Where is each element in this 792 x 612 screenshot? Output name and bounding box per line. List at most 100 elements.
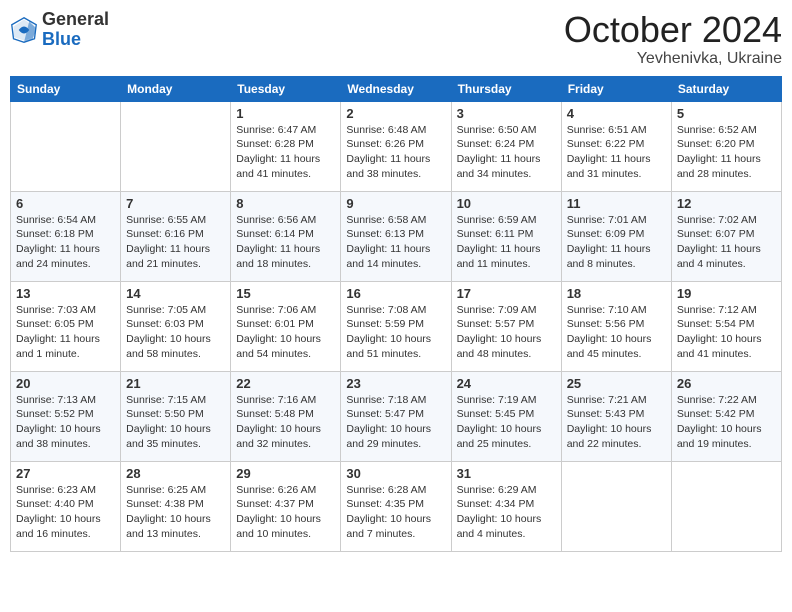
calendar-cell: 9Sunrise: 6:58 AM Sunset: 6:13 PM Daylig…	[341, 191, 451, 281]
day-number: 25	[567, 376, 666, 391]
day-number: 9	[346, 196, 445, 211]
day-info: Sunrise: 6:55 AM Sunset: 6:16 PM Dayligh…	[126, 213, 225, 272]
day-info: Sunrise: 7:08 AM Sunset: 5:59 PM Dayligh…	[346, 303, 445, 362]
calendar-cell: 17Sunrise: 7:09 AM Sunset: 5:57 PM Dayli…	[451, 281, 561, 371]
day-info: Sunrise: 6:51 AM Sunset: 6:22 PM Dayligh…	[567, 123, 666, 182]
day-info: Sunrise: 6:52 AM Sunset: 6:20 PM Dayligh…	[677, 123, 776, 182]
day-info: Sunrise: 7:12 AM Sunset: 5:54 PM Dayligh…	[677, 303, 776, 362]
calendar-cell: 3Sunrise: 6:50 AM Sunset: 6:24 PM Daylig…	[451, 101, 561, 191]
calendar-cell: 24Sunrise: 7:19 AM Sunset: 5:45 PM Dayli…	[451, 371, 561, 461]
day-number: 12	[677, 196, 776, 211]
calendar-cell	[671, 461, 781, 551]
calendar-cell	[121, 101, 231, 191]
calendar-cell: 13Sunrise: 7:03 AM Sunset: 6:05 PM Dayli…	[11, 281, 121, 371]
day-info: Sunrise: 7:01 AM Sunset: 6:09 PM Dayligh…	[567, 213, 666, 272]
weekday-header-friday: Friday	[561, 76, 671, 101]
location-title: Yevhenivka, Ukraine	[564, 50, 782, 68]
weekday-header-tuesday: Tuesday	[231, 76, 341, 101]
logo-blue-text: Blue	[42, 29, 81, 49]
day-info: Sunrise: 7:22 AM Sunset: 5:42 PM Dayligh…	[677, 393, 776, 452]
day-number: 13	[16, 286, 115, 301]
calendar-cell: 29 Sunrise: 6:26 AM Sunset: 4:37 PM Dayli…	[231, 461, 341, 551]
day-info: Sunrise: 6:28 AM Sunset: 4:35 PM Dayligh…	[346, 483, 445, 542]
calendar-cell: 28Sunrise: 6:25 AM Sunset: 4:38 PM Dayli…	[121, 461, 231, 551]
day-number: 8	[236, 196, 335, 211]
day-number: 19	[677, 286, 776, 301]
calendar-cell: 12 Sunrise: 7:02 AM Sunset: 6:07 PM Dayli…	[671, 191, 781, 281]
calendar-cell: 2Sunrise: 6:48 AM Sunset: 6:26 PM Daylig…	[341, 101, 451, 191]
day-number: 17	[457, 286, 556, 301]
logo-icon	[10, 16, 38, 44]
calendar-cell	[561, 461, 671, 551]
calendar-cell: 16 Sunrise: 7:08 AM Sunset: 5:59 PM Dayli…	[341, 281, 451, 371]
calendar-cell: 20 Sunrise: 7:13 AM Sunset: 5:52 PM Dayli…	[11, 371, 121, 461]
day-number: 4	[567, 106, 666, 121]
day-info: Sunrise: 6:59 AM Sunset: 6:11 PM Dayligh…	[457, 213, 556, 272]
page-header: General Blue October 2024 Yevhenivka, Uk…	[10, 10, 782, 68]
calendar-week-3: 13Sunrise: 7:03 AM Sunset: 6:05 PM Dayli…	[11, 281, 782, 371]
calendar-table: SundayMondayTuesdayWednesdayThursdayFrid…	[10, 76, 782, 552]
day-number: 15	[236, 286, 335, 301]
day-number: 22	[236, 376, 335, 391]
day-number: 20	[16, 376, 115, 391]
day-number: 26	[677, 376, 776, 391]
weekday-header-wednesday: Wednesday	[341, 76, 451, 101]
weekday-header-monday: Monday	[121, 76, 231, 101]
day-info: Sunrise: 6:54 AM Sunset: 6:18 PM Dayligh…	[16, 213, 115, 272]
weekday-header-row: SundayMondayTuesdayWednesdayThursdayFrid…	[11, 76, 782, 101]
calendar-cell: 31 Sunrise: 6:29 AM Sunset: 4:34 PM Dayli…	[451, 461, 561, 551]
weekday-header-saturday: Saturday	[671, 76, 781, 101]
month-title: October 2024	[564, 10, 782, 50]
calendar-cell: 25 Sunrise: 7:21 AM Sunset: 5:43 PM Dayli…	[561, 371, 671, 461]
calendar-week-5: 27 Sunrise: 6:23 AM Sunset: 4:40 PM Dayli…	[11, 461, 782, 551]
day-info: Sunrise: 6:26 AM Sunset: 4:37 PM Dayligh…	[236, 483, 335, 542]
day-number: 18	[567, 286, 666, 301]
day-number: 30	[346, 466, 445, 481]
calendar-cell: 7Sunrise: 6:55 AM Sunset: 6:16 PM Daylig…	[121, 191, 231, 281]
calendar-cell: 1Sunrise: 6:47 AM Sunset: 6:28 PM Daylig…	[231, 101, 341, 191]
calendar-cell: 30 Sunrise: 6:28 AM Sunset: 4:35 PM Dayli…	[341, 461, 451, 551]
calendar-week-2: 6Sunrise: 6:54 AM Sunset: 6:18 PM Daylig…	[11, 191, 782, 281]
day-number: 5	[677, 106, 776, 121]
calendar-cell: 19 Sunrise: 7:12 AM Sunset: 5:54 PM Dayli…	[671, 281, 781, 371]
day-info: Sunrise: 7:18 AM Sunset: 5:47 PM Dayligh…	[346, 393, 445, 452]
day-info: Sunrise: 6:56 AM Sunset: 6:14 PM Dayligh…	[236, 213, 335, 272]
calendar-cell	[11, 101, 121, 191]
calendar-cell: 15 Sunrise: 7:06 AM Sunset: 6:01 PM Dayli…	[231, 281, 341, 371]
day-number: 28	[126, 466, 225, 481]
day-info: Sunrise: 7:10 AM Sunset: 5:56 PM Dayligh…	[567, 303, 666, 362]
day-number: 10	[457, 196, 556, 211]
day-number: 2	[346, 106, 445, 121]
day-number: 27	[16, 466, 115, 481]
day-number: 14	[126, 286, 225, 301]
calendar-cell: 14 Sunrise: 7:05 AM Sunset: 6:03 PM Dayli…	[121, 281, 231, 371]
calendar-cell: 23 Sunrise: 7:18 AM Sunset: 5:47 PM Dayli…	[341, 371, 451, 461]
day-info: Sunrise: 7:02 AM Sunset: 6:07 PM Dayligh…	[677, 213, 776, 272]
calendar-week-1: 1Sunrise: 6:47 AM Sunset: 6:28 PM Daylig…	[11, 101, 782, 191]
day-info: Sunrise: 7:06 AM Sunset: 6:01 PM Dayligh…	[236, 303, 335, 362]
calendar-cell: 4 Sunrise: 6:51 AM Sunset: 6:22 PM Daylig…	[561, 101, 671, 191]
day-number: 23	[346, 376, 445, 391]
calendar-cell: 10 Sunrise: 6:59 AM Sunset: 6:11 PM Dayli…	[451, 191, 561, 281]
calendar-cell: 5 Sunrise: 6:52 AM Sunset: 6:20 PM Daylig…	[671, 101, 781, 191]
calendar-cell: 6Sunrise: 6:54 AM Sunset: 6:18 PM Daylig…	[11, 191, 121, 281]
calendar-cell: 21 Sunrise: 7:15 AM Sunset: 5:50 PM Dayli…	[121, 371, 231, 461]
day-info: Sunrise: 6:23 AM Sunset: 4:40 PM Dayligh…	[16, 483, 115, 542]
day-number: 29	[236, 466, 335, 481]
day-number: 16	[346, 286, 445, 301]
title-block: October 2024 Yevhenivka, Ukraine	[564, 10, 782, 68]
calendar-cell: 18 Sunrise: 7:10 AM Sunset: 5:56 PM Dayli…	[561, 281, 671, 371]
weekday-header-thursday: Thursday	[451, 76, 561, 101]
day-info: Sunrise: 6:29 AM Sunset: 4:34 PM Dayligh…	[457, 483, 556, 542]
calendar-cell: 8 Sunrise: 6:56 AM Sunset: 6:14 PM Daylig…	[231, 191, 341, 281]
calendar-cell: 11 Sunrise: 7:01 AM Sunset: 6:09 PM Dayli…	[561, 191, 671, 281]
day-info: Sunrise: 7:13 AM Sunset: 5:52 PM Dayligh…	[16, 393, 115, 452]
day-number: 21	[126, 376, 225, 391]
day-info: Sunrise: 7:05 AM Sunset: 6:03 PM Dayligh…	[126, 303, 225, 362]
day-info: Sunrise: 7:15 AM Sunset: 5:50 PM Dayligh…	[126, 393, 225, 452]
day-number: 11	[567, 196, 666, 211]
day-info: Sunrise: 7:21 AM Sunset: 5:43 PM Dayligh…	[567, 393, 666, 452]
weekday-header-sunday: Sunday	[11, 76, 121, 101]
day-number: 31	[457, 466, 556, 481]
calendar-cell: 26 Sunrise: 7:22 AM Sunset: 5:42 PM Dayli…	[671, 371, 781, 461]
